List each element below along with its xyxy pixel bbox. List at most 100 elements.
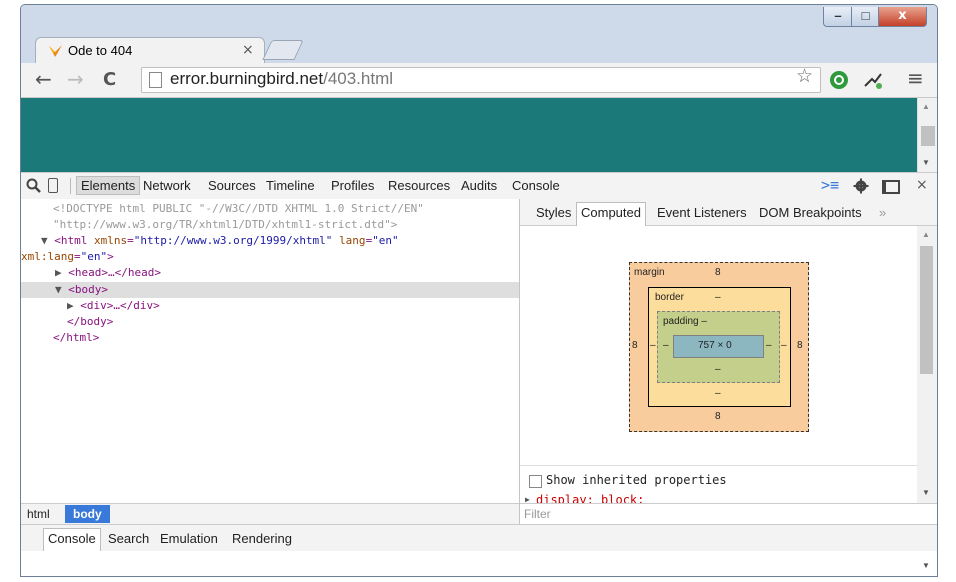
tab-timeline[interactable]: Timeline: [266, 178, 315, 193]
maximize-button[interactable]: □: [851, 7, 880, 27]
padding-right-value[interactable]: –: [766, 340, 772, 351]
padding-bottom-value[interactable]: –: [715, 364, 721, 375]
more-tabs-icon[interactable]: »: [879, 205, 886, 220]
div-row[interactable]: ▶ <div>…</div>: [67, 299, 160, 312]
tab-dom-breakpoints[interactable]: DOM Breakpoints: [759, 205, 862, 220]
border-bottom-value[interactable]: –: [715, 388, 721, 399]
address-bar[interactable]: error.burningbird.net/403.html: [141, 67, 821, 93]
dock-side-icon[interactable]: [882, 180, 900, 194]
sidebar-scroll-thumb[interactable]: [920, 246, 933, 374]
tab-styles[interactable]: Styles: [536, 205, 571, 220]
drawer-tab-search[interactable]: Search: [108, 531, 149, 546]
browser-toolbar: ← → C error.burningbird.net/403.html ☆ ≡: [21, 63, 937, 98]
border-left-value[interactable]: –: [650, 340, 656, 351]
content-size-value[interactable]: 757 × 0: [698, 340, 732, 351]
drawer-tab-emulation[interactable]: Emulation: [160, 531, 218, 546]
bookmark-star-icon[interactable]: ☆: [796, 65, 813, 87]
body-row[interactable]: ▼ <body>: [55, 283, 108, 296]
margin-bottom-value[interactable]: 8: [715, 411, 721, 422]
scroll-down-icon[interactable]: ▼: [922, 158, 930, 167]
margin-left-value[interactable]: 8: [632, 340, 638, 351]
tab-sources[interactable]: Sources: [208, 178, 256, 193]
scroll-up-icon[interactable]: ▲: [922, 230, 930, 239]
tab-title: Ode to 404: [68, 43, 133, 58]
head-row[interactable]: ▶ <head>…</head>: [55, 266, 161, 279]
body-close-row[interactable]: </body>: [67, 315, 113, 328]
bird-favicon-icon: [49, 45, 62, 57]
html-open-row-cont[interactable]: xml:lang="en">: [21, 250, 114, 263]
crumb-body[interactable]: body: [65, 505, 110, 523]
close-devtools-icon[interactable]: ×: [916, 177, 928, 193]
toolbar-divider: [70, 178, 71, 194]
search-icon[interactable]: [26, 178, 42, 194]
doctype-line-1[interactable]: <!DOCTYPE html PUBLIC "-//W3C//DTD XHTML…: [53, 202, 424, 215]
url-text: error.burningbird.net/403.html: [170, 69, 393, 89]
scroll-down-icon[interactable]: ▼: [922, 488, 930, 497]
expanded-triangle-icon[interactable]: ▼: [55, 283, 62, 296]
console-drawer-icon[interactable]: >≡: [821, 176, 839, 194]
maximize-icon: □: [861, 8, 870, 23]
page-icon: [149, 72, 162, 88]
drawer-tab-console[interactable]: Console: [43, 528, 101, 552]
reload-icon[interactable]: C: [103, 69, 116, 90]
xmlns-value: "http://www.w3.org/1999/xhtml": [133, 234, 333, 247]
back-arrow-icon[interactable]: ←: [35, 67, 52, 91]
margin-label: margin: [634, 267, 665, 278]
minimize-button[interactable]: –: [823, 7, 853, 27]
page-scroll-thumb[interactable]: [921, 126, 935, 146]
tab-close-icon[interactable]: ×: [242, 42, 254, 58]
expanded-triangle-icon[interactable]: ▼: [41, 234, 48, 247]
padding-left-value[interactable]: –: [663, 340, 669, 351]
tab-network[interactable]: Network: [143, 178, 191, 193]
page-scrollbar[interactable]: ▲ ▼: [917, 98, 937, 172]
padding-label[interactable]: padding –: [663, 316, 707, 327]
browser-tab[interactable]: Ode to 404 ×: [35, 37, 265, 64]
margin-top-value[interactable]: 8: [715, 267, 721, 278]
div-tag: <div>…</div>: [80, 299, 160, 312]
border-right-value[interactable]: –: [781, 340, 787, 351]
xml-lang-value: "en": [80, 250, 108, 263]
margin-right-value[interactable]: 8: [797, 340, 803, 351]
extension-runner-icon[interactable]: [862, 70, 884, 90]
tab-profiles[interactable]: Profiles: [331, 178, 374, 193]
filter-bar: Filter: [520, 503, 937, 524]
tab-resources[interactable]: Resources: [388, 178, 450, 193]
forward-arrow-icon[interactable]: →: [67, 67, 84, 91]
tab-elements[interactable]: Elements: [76, 176, 141, 195]
sidebar-tabs: Styles Computed Event Listeners DOM Brea…: [520, 199, 937, 226]
html-close-bracket: >: [107, 250, 114, 263]
sidebar-scrollbar[interactable]: ▲ ▼: [917, 226, 937, 504]
device-mode-icon[interactable]: [48, 178, 58, 193]
border-label: border: [655, 292, 684, 303]
new-tab-button[interactable]: [262, 40, 304, 60]
minimize-icon: –: [834, 8, 842, 23]
collapsed-triangle-icon[interactable]: ▶: [67, 299, 74, 312]
html-close-row[interactable]: </html>: [53, 331, 99, 344]
tab-console[interactable]: Console: [512, 178, 560, 193]
tab-audits[interactable]: Audits: [461, 178, 497, 193]
border-top-value[interactable]: –: [715, 292, 721, 303]
elements-dom-tree: <!DOCTYPE html PUBLIC "-//W3C//DTD XHTML…: [21, 199, 519, 503]
computed-properties: Show inherited properties ▶ display: blo…: [520, 465, 917, 507]
breadcrumb: html body: [21, 503, 519, 524]
filter-input[interactable]: Filter: [524, 507, 551, 521]
doctype-line-2[interactable]: "http://www.w3.org/TR/xhtml1/DTD/xhtml1-…: [53, 218, 397, 231]
browser-window: – □ x Ode to 404 × ← → C error.burningbi…: [20, 4, 938, 577]
collapsed-triangle-icon[interactable]: ▶: [55, 266, 62, 279]
close-icon: x: [898, 8, 907, 23]
html-open-row[interactable]: ▼ <html xmlns="http://www.w3.org/1999/xh…: [41, 234, 399, 247]
drawer-tab-rendering[interactable]: Rendering: [232, 531, 292, 546]
chrome-menu-icon[interactable]: ≡: [907, 66, 924, 90]
show-inherited-checkbox[interactable]: [529, 475, 542, 488]
close-window-button[interactable]: x: [878, 7, 927, 27]
show-inherited-label[interactable]: Show inherited properties: [546, 473, 727, 487]
scroll-down-icon[interactable]: ▼: [922, 561, 930, 570]
extension-green-icon[interactable]: [829, 70, 849, 90]
settings-gear-icon[interactable]: [853, 178, 869, 194]
tab-event-listeners[interactable]: Event Listeners: [657, 205, 747, 220]
tab-computed[interactable]: Computed: [576, 202, 646, 226]
lang-attr: lang: [339, 234, 366, 247]
scroll-up-icon[interactable]: ▲: [922, 102, 930, 111]
console-drawer-body[interactable]: ▼: [21, 551, 937, 576]
crumb-html[interactable]: html: [21, 507, 56, 521]
